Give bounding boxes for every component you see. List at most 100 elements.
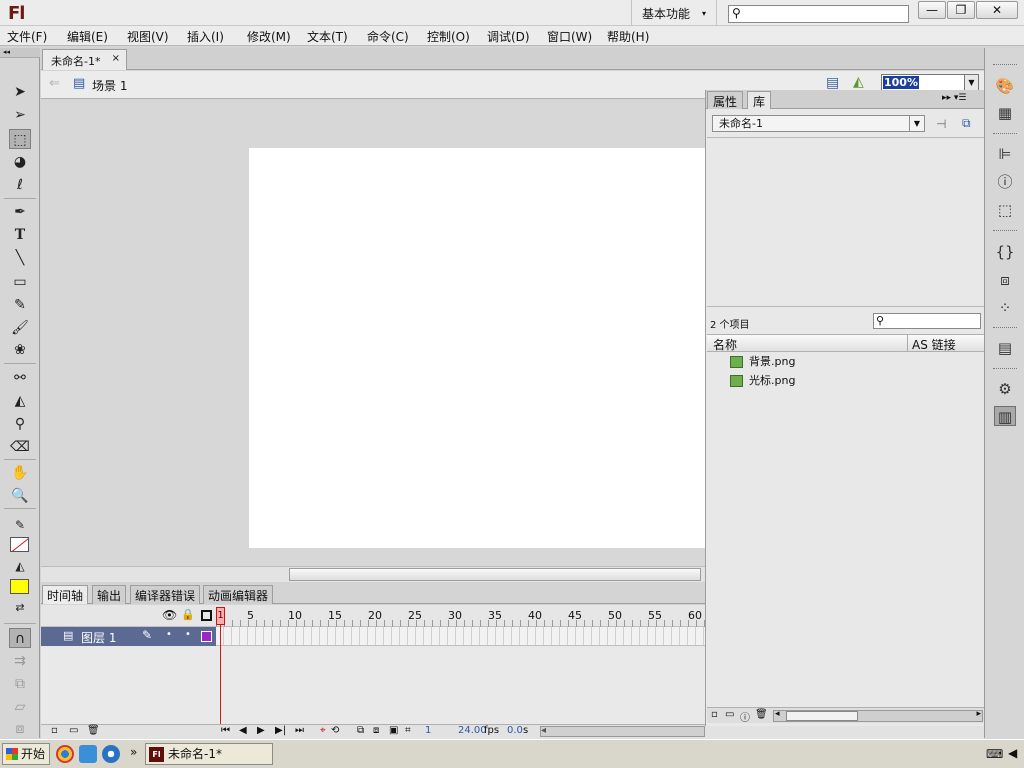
tab-properties[interactable]: 属性 bbox=[707, 91, 744, 109]
keyboard-icon[interactable]: ⌨ bbox=[986, 747, 1003, 761]
start-button[interactable]: 开始 bbox=[2, 743, 50, 765]
onion-skin-icon[interactable]: ⧉ bbox=[357, 725, 364, 736]
eye-icon[interactable]: 👁 bbox=[162, 608, 177, 622]
tab-compiler-errors[interactable]: 编译器错误 bbox=[130, 585, 201, 604]
menu-edit[interactable]: 编辑(E) bbox=[67, 28, 108, 45]
straighten-icon[interactable]: ⧉ bbox=[9, 674, 31, 694]
frame-rate[interactable]: 24.00 bbox=[458, 725, 487, 736]
free-transform-icon[interactable]: ⬚ bbox=[9, 129, 31, 149]
tray-arrow-icon[interactable]: ◀ bbox=[1008, 746, 1017, 760]
stroke-color-swatch[interactable] bbox=[10, 537, 29, 552]
frame-cells[interactable] bbox=[216, 627, 705, 646]
current-frame[interactable]: 1 bbox=[425, 725, 431, 736]
library-item[interactable]: 光标.png bbox=[730, 372, 970, 390]
color-palette-icon[interactable]: 🎨 bbox=[994, 76, 1016, 96]
chevron-down-icon[interactable]: ▼ bbox=[909, 116, 924, 131]
lock-dot[interactable]: • bbox=[185, 629, 191, 640]
outline-icon[interactable] bbox=[201, 610, 212, 621]
swatches-icon[interactable]: ▦ bbox=[994, 103, 1016, 123]
new-folder-icon[interactable]: ▭ bbox=[725, 709, 734, 720]
menu-text[interactable]: 文本(T) bbox=[307, 28, 348, 45]
code-snippets-icon[interactable]: {} bbox=[994, 242, 1016, 262]
menu-control[interactable]: 控制(O) bbox=[427, 28, 470, 45]
align-icon[interactable]: ⊫ bbox=[994, 144, 1016, 164]
menu-debug[interactable]: 调试(D) bbox=[487, 28, 530, 45]
menu-help[interactable]: 帮助(H) bbox=[607, 28, 649, 45]
library-icon[interactable]: ▥ bbox=[994, 406, 1016, 426]
layer-name[interactable]: 图层 1 bbox=[81, 629, 116, 646]
motion-presets-icon[interactable]: ⁘ bbox=[994, 298, 1016, 318]
library-item[interactable]: 背景.png bbox=[730, 353, 970, 371]
workspace-switcher[interactable]: 基本功能 ▾ bbox=[631, 0, 717, 25]
zoom-select[interactable]: 100% ▼ bbox=[881, 74, 979, 91]
hand-icon[interactable]: ✋ bbox=[9, 463, 31, 483]
new-library-panel-icon[interactable]: ⧉ bbox=[962, 116, 971, 131]
library-horizontal-scrollbar[interactable]: ◂ ▸ bbox=[773, 709, 983, 722]
text-icon[interactable]: T bbox=[9, 225, 31, 245]
menu-window[interactable]: 窗口(W) bbox=[547, 28, 592, 45]
stage-canvas[interactable] bbox=[249, 148, 705, 548]
scroll-left-icon[interactable]: ◂ bbox=[541, 725, 546, 736]
visibility-dot[interactable]: • bbox=[166, 629, 172, 640]
chrome-icon[interactable] bbox=[56, 745, 74, 763]
menu-view[interactable]: 视图(V) bbox=[127, 28, 169, 45]
brush-icon[interactable]: 🖌 bbox=[9, 318, 31, 338]
center-frame-icon[interactable]: ⌖ bbox=[320, 725, 326, 736]
eyedropper-icon[interactable]: ⚲ bbox=[9, 414, 31, 434]
swap-colors-icon[interactable]: ⇄ bbox=[9, 598, 31, 618]
paint-bucket-icon[interactable]: ◭ bbox=[9, 391, 31, 411]
help-search-input[interactable]: ⚲ bbox=[728, 5, 909, 23]
snap-magnet-icon[interactable]: ∩ bbox=[9, 628, 31, 648]
new-symbol-icon[interactable]: ▫ bbox=[711, 709, 718, 720]
scale-icon[interactable]: ⧈ bbox=[9, 719, 31, 739]
new-layer-icon[interactable]: ▫ bbox=[51, 725, 58, 736]
selection-icon[interactable]: ➤ bbox=[9, 82, 31, 102]
edit-symbols-icon[interactable]: ◭ bbox=[853, 74, 864, 90]
smooth-icon[interactable]: ⇉ bbox=[9, 651, 31, 671]
chevron-down-icon[interactable]: ▼ bbox=[964, 75, 978, 90]
lasso-icon[interactable]: ℓ bbox=[9, 175, 31, 195]
onion-markers-icon[interactable]: ⌗ bbox=[405, 725, 411, 736]
layer-row[interactable]: ▤ 图层 1 ✎ • • bbox=[41, 627, 216, 646]
restore-button[interactable]: ❐ bbox=[947, 1, 975, 19]
scroll-left-icon[interactable]: ◂ bbox=[775, 709, 780, 719]
first-frame-icon[interactable]: ⏮ bbox=[221, 725, 230, 736]
delete-icon[interactable]: 🗑 bbox=[755, 709, 768, 720]
new-folder-icon[interactable]: ▭ bbox=[69, 725, 78, 736]
scene-label[interactable]: 场景 1 bbox=[92, 77, 127, 94]
next-frame-icon[interactable]: ▶| bbox=[275, 725, 286, 736]
zoom-icon[interactable]: 🔍 bbox=[9, 486, 31, 506]
close-tab-icon[interactable]: × bbox=[112, 53, 120, 64]
tab-motion-editor[interactable]: 动画编辑器 bbox=[203, 585, 274, 604]
fill-color-swatch[interactable] bbox=[10, 579, 29, 594]
stage-horizontal-scrollbar[interactable] bbox=[41, 566, 705, 582]
back-arrow-icon[interactable]: ⇐ bbox=[49, 76, 60, 91]
actions-icon[interactable]: ⚙ bbox=[994, 379, 1016, 399]
scroll-right-icon[interactable]: ▸ bbox=[976, 709, 981, 719]
pencil-icon[interactable]: ✎ bbox=[9, 295, 31, 315]
menu-insert[interactable]: 插入(I) bbox=[187, 28, 224, 45]
delete-layer-icon[interactable]: 🗑 bbox=[87, 725, 100, 736]
transform-icon[interactable]: ⬚ bbox=[994, 200, 1016, 220]
deco-icon[interactable]: ❀ bbox=[9, 340, 31, 360]
components-icon[interactable]: ⧈ bbox=[994, 270, 1016, 290]
bone-icon[interactable]: ⚯ bbox=[9, 368, 31, 388]
close-button[interactable]: ✕ bbox=[976, 1, 1018, 19]
info-icon[interactable]: ⓘ bbox=[994, 172, 1016, 192]
rotate-skew-icon[interactable]: ▱ bbox=[9, 697, 31, 717]
timeline-scrollbar[interactable] bbox=[540, 726, 705, 737]
subselection-icon[interactable]: ➢ bbox=[9, 105, 31, 125]
loop-icon[interactable]: ⟲ bbox=[331, 725, 339, 736]
menu-commands[interactable]: 命令(C) bbox=[367, 28, 409, 45]
document-tab[interactable]: 未命名-1* × bbox=[42, 49, 127, 70]
library-document-select[interactable]: 未命名-1 ▼ bbox=[712, 115, 925, 132]
frame-ruler[interactable] bbox=[216, 620, 705, 627]
ie-icon[interactable] bbox=[79, 745, 97, 763]
tab-output[interactable]: 输出 bbox=[92, 585, 127, 604]
tab-library[interactable]: 库 bbox=[747, 91, 772, 109]
panel-grip[interactable]: ◂◂ bbox=[0, 48, 40, 58]
scrollbar-thumb[interactable] bbox=[289, 568, 701, 581]
tab-timeline[interactable]: 时间轴 bbox=[42, 585, 89, 604]
panel-menu-icon[interactable]: ▸▸ ▾☰ bbox=[942, 93, 966, 103]
play-icon[interactable]: ▶ bbox=[257, 725, 265, 736]
